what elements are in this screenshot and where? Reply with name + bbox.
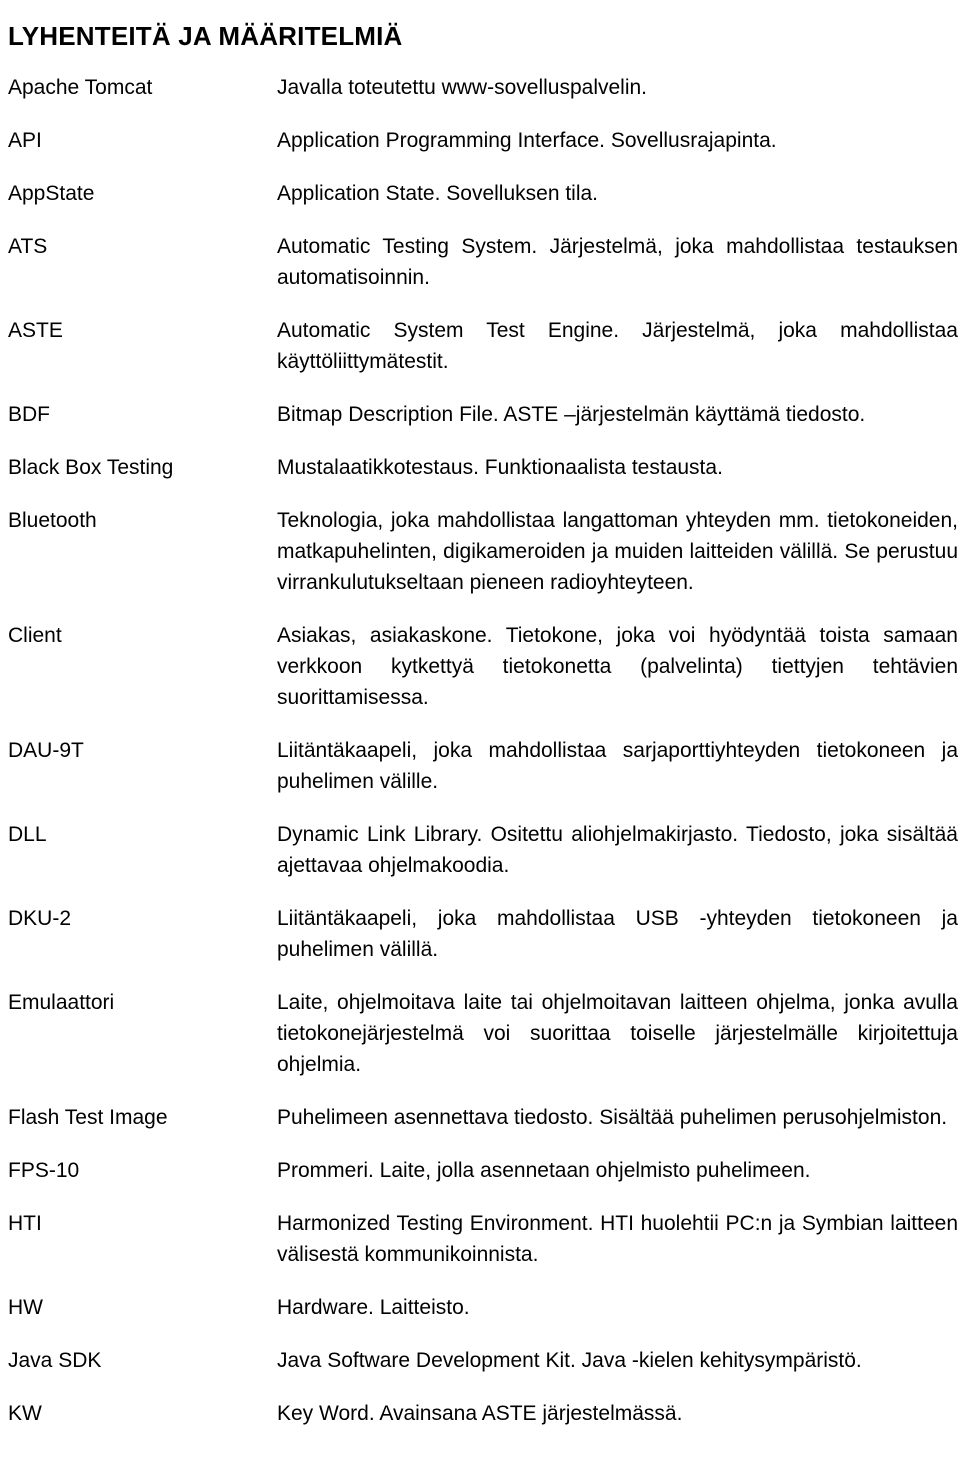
glossary-definition: Application State. Sovelluksen tila. bbox=[277, 182, 599, 205]
glossary-entry: Client Asiakas, asiakaskone. Tietokone, j… bbox=[0, 620, 960, 713]
page-title: LYHENTEITÄ JA MÄÄRITELMIÄ bbox=[8, 21, 403, 52]
glossary-entry: Java SDK Java Software Development Kit. J… bbox=[0, 1345, 960, 1376]
glossary-term: DKU-2 bbox=[8, 907, 72, 930]
glossary-term: Client bbox=[8, 624, 62, 647]
glossary-term: DAU-9T bbox=[8, 739, 84, 762]
glossary-term: BDF bbox=[8, 403, 50, 426]
glossary-definition: Mustalaatikkotestaus. Funktionaalista te… bbox=[277, 456, 723, 479]
glossary-entry: DKU-2 Liitäntäkaapeli, joka mahdollistaa … bbox=[0, 903, 960, 965]
glossary-entry: HTI Harmonized Testing Environment. HTI h… bbox=[0, 1208, 960, 1270]
glossary-entry: Apache Tomcat Javalla toteutettu www-sove… bbox=[0, 72, 960, 103]
glossary-definition: Harmonized Testing Environment. HTI huol… bbox=[277, 1212, 958, 1266]
glossary-term: Java SDK bbox=[8, 1349, 102, 1372]
glossary-entry: KW Key Word. Avainsana ASTE järjestelmäss… bbox=[0, 1398, 960, 1429]
glossary-definition: Prommeri. Laite, jolla asennetaan ohjelm… bbox=[277, 1159, 811, 1182]
glossary-term: AppState bbox=[8, 182, 95, 205]
glossary-definition: Laite, ohjelmoitava laite tai ohjelmoita… bbox=[277, 991, 958, 1076]
glossary-term: ATS bbox=[8, 235, 48, 258]
glossary-definition: Application Programming Interface. Sovel… bbox=[277, 129, 777, 152]
glossary-definition: Bitmap Description File. ASTE –järjestel… bbox=[277, 403, 866, 426]
glossary-entry: Flash Test Image Puhelimeen asennettava t… bbox=[0, 1102, 960, 1133]
glossary-entry: BDF Bitmap Description File. ASTE –järjes… bbox=[0, 399, 960, 430]
glossary-term: KW bbox=[8, 1402, 42, 1425]
glossary-definition: Key Word. Avainsana ASTE järjestelmässä. bbox=[277, 1402, 683, 1425]
glossary-entry: DLL Dynamic Link Library. Ositettu aliohj… bbox=[0, 819, 960, 881]
glossary-term: Bluetooth bbox=[8, 509, 97, 532]
glossary-entry: Emulaattori Laite, ohjelmoitava laite tai… bbox=[0, 987, 960, 1080]
glossary-entry: API Application Programming Interface. So… bbox=[0, 125, 960, 156]
glossary-entry: FPS-10 Prommeri. Laite, jolla asennetaan … bbox=[0, 1155, 960, 1186]
glossary-entry: HW Hardware. Laitteisto. bbox=[0, 1292, 960, 1323]
glossary-definition: Liitäntäkaapeli, joka mahdollistaa USB -… bbox=[277, 907, 958, 961]
glossary-term: Emulaattori bbox=[8, 991, 115, 1014]
glossary-term: DLL bbox=[8, 823, 47, 846]
document-page: LYHENTEITÄ JA MÄÄRITELMIÄ Apache Tomcat J… bbox=[0, 0, 960, 1484]
glossary-entry: AppState Application State. Sovelluksen t… bbox=[0, 178, 960, 209]
glossary-entry: DAU-9T Liitäntäkaapeli, joka mahdollistaa… bbox=[0, 735, 960, 797]
glossary-term: HTI bbox=[8, 1212, 42, 1235]
glossary-definition: Teknologia, joka mahdollistaa langattoma… bbox=[277, 509, 958, 594]
glossary-definition: Liitäntäkaapeli, joka mahdollistaa sarja… bbox=[277, 739, 958, 793]
glossary-definition: Javalla toteutettu www-sovelluspalvelin. bbox=[277, 76, 648, 99]
glossary-term: HW bbox=[8, 1296, 43, 1319]
glossary-definition: Automatic System Test Engine. Järjestelm… bbox=[277, 319, 958, 373]
glossary-definition: Automatic Testing System. Järjestelmä, j… bbox=[277, 235, 958, 289]
glossary-entry: Black Box Testing Mustalaatikkotestaus. F… bbox=[0, 452, 960, 483]
glossary-definition: Dynamic Link Library. Ositettu aliohjelm… bbox=[277, 823, 958, 877]
glossary-definition: Asiakas, asiakaskone. Tietokone, joka vo… bbox=[277, 624, 958, 709]
glossary-entry: ATS Automatic Testing System. Järjestelmä… bbox=[0, 231, 960, 293]
glossary-list: Apache Tomcat Javalla toteutettu www-sove… bbox=[0, 72, 960, 1451]
glossary-entry: Bluetooth Teknologia, joka mahdollistaa l… bbox=[0, 505, 960, 598]
glossary-definition: Hardware. Laitteisto. bbox=[277, 1296, 470, 1319]
glossary-term: API bbox=[8, 129, 42, 152]
glossary-term: FPS-10 bbox=[8, 1159, 80, 1182]
glossary-term: Flash Test Image bbox=[8, 1106, 168, 1129]
glossary-term: Apache Tomcat bbox=[8, 76, 153, 99]
glossary-definition: Puhelimeen asennettava tiedosto. Sisältä… bbox=[277, 1106, 948, 1129]
glossary-term: ASTE bbox=[8, 319, 63, 342]
glossary-term: Black Box Testing bbox=[8, 456, 174, 479]
glossary-definition: Java Software Development Kit. Java -kie… bbox=[277, 1349, 862, 1372]
glossary-entry: ASTE Automatic System Test Engine. Järjes… bbox=[0, 315, 960, 377]
